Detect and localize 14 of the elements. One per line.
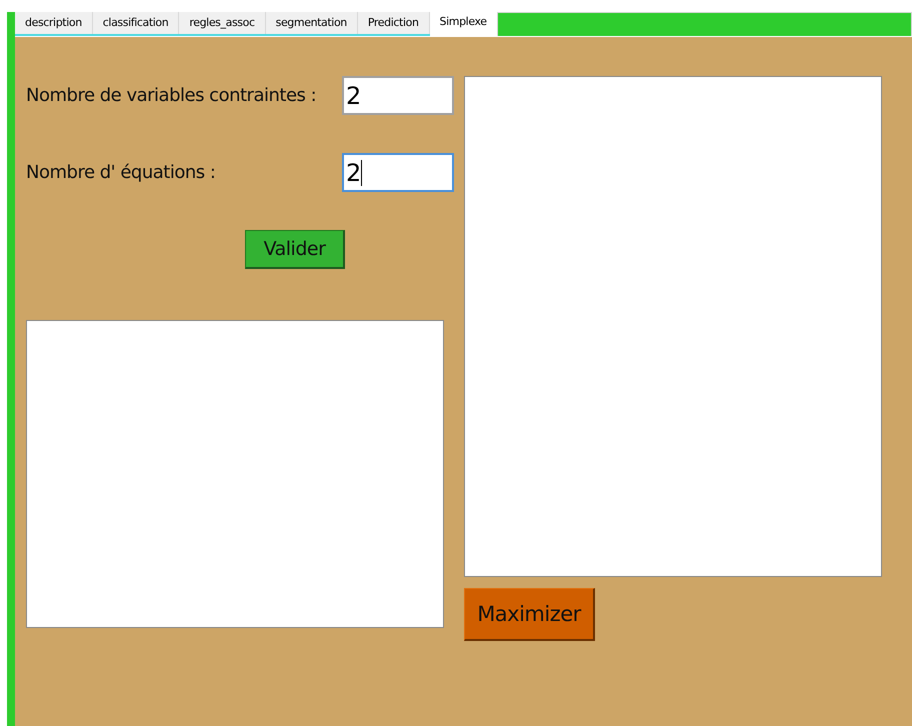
tab[interactable]: classification bbox=[92, 12, 180, 34]
output-box[interactable] bbox=[26, 320, 444, 628]
tab[interactable]: regles_assoc bbox=[179, 12, 266, 34]
maximize-button[interactable]: Maximizer bbox=[464, 588, 595, 641]
tab[interactable]: segmentation bbox=[266, 12, 358, 34]
field-label: Nombre d' équations : bbox=[26, 162, 216, 183]
tab[interactable]: Simplexe bbox=[430, 12, 497, 36]
input-field[interactable]: 2 bbox=[342, 153, 454, 192]
result-box[interactable] bbox=[464, 76, 882, 577]
field-label: Nombre de variables contraintes : bbox=[26, 85, 316, 106]
tab[interactable]: Prediction bbox=[358, 12, 430, 34]
validate-button[interactable]: Valider bbox=[245, 230, 345, 269]
input-field[interactable]: 2 bbox=[342, 76, 454, 115]
tab[interactable]: description bbox=[15, 12, 93, 34]
